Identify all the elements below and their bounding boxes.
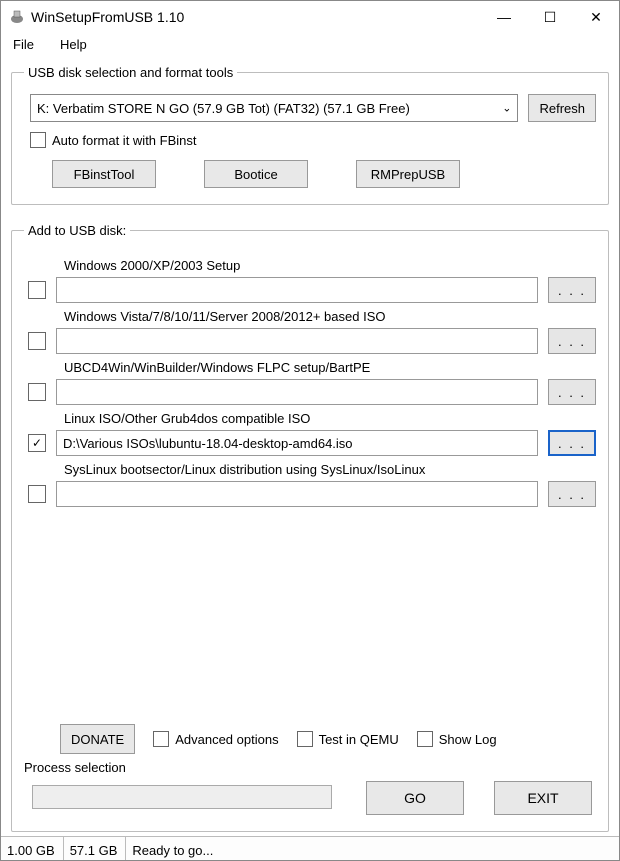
source-path-2[interactable]: [56, 379, 538, 405]
source-checkbox-2[interactable]: [28, 383, 46, 401]
source-checkbox-0[interactable]: [28, 281, 46, 299]
source-path-3[interactable]: D:\Various ISOs\lubuntu-18.04-desktop-am…: [56, 430, 538, 456]
source-checkbox-3[interactable]: ✓: [28, 434, 46, 452]
source-browse-4[interactable]: . . .: [548, 481, 596, 507]
process-selection-label: Process selection: [24, 760, 596, 775]
statusbar: 1.00 GB 57.1 GB Ready to go...: [1, 836, 619, 860]
source-path-1[interactable]: [56, 328, 538, 354]
window-title: WinSetupFromUSB 1.10: [31, 9, 481, 25]
menubar: File Help: [1, 33, 619, 55]
add-group-legend: Add to USB disk:: [24, 223, 130, 238]
advanced-options-label: Advanced options: [175, 732, 278, 747]
rmprepusb-button[interactable]: RMPrepUSB: [356, 160, 460, 188]
show-log-checkbox[interactable]: [417, 731, 433, 747]
show-log-label: Show Log: [439, 732, 497, 747]
bootice-button[interactable]: Bootice: [204, 160, 308, 188]
source-label-4: SysLinux bootsector/Linux distribution u…: [64, 462, 596, 477]
source-path-4[interactable]: [56, 481, 538, 507]
drive-select[interactable]: K: Verbatim STORE N GO (57.9 GB Tot) (FA…: [30, 94, 518, 122]
source-browse-1[interactable]: . . .: [548, 328, 596, 354]
source-browse-3[interactable]: . . .: [548, 430, 596, 456]
source-label-0: Windows 2000/XP/2003 Setup: [64, 258, 596, 273]
titlebar: WinSetupFromUSB 1.10 — ☐ ✕: [1, 1, 619, 33]
refresh-button[interactable]: Refresh: [528, 94, 596, 122]
drive-select-value: K: Verbatim STORE N GO (57.9 GB Tot) (FA…: [37, 101, 410, 116]
exit-button[interactable]: EXIT: [494, 781, 592, 815]
source-browse-0[interactable]: . . .: [548, 277, 596, 303]
source-label-1: Windows Vista/7/8/10/11/Server 2008/2012…: [64, 309, 596, 324]
status-cell-2: 57.1 GB: [64, 837, 127, 860]
source-checkbox-1[interactable]: [28, 332, 46, 350]
source-checkbox-4[interactable]: [28, 485, 46, 503]
chevron-down-icon: ⌄: [502, 102, 511, 115]
menu-help[interactable]: Help: [54, 35, 93, 54]
advanced-options-checkbox[interactable]: [153, 731, 169, 747]
source-path-0[interactable]: [56, 277, 538, 303]
status-cell-1: 1.00 GB: [1, 837, 64, 860]
autoformat-label: Auto format it with FBinst: [52, 133, 197, 148]
maximize-button[interactable]: ☐: [527, 1, 573, 33]
donate-button[interactable]: DONATE: [60, 724, 135, 754]
test-qemu-label: Test in QEMU: [319, 732, 399, 747]
menu-file[interactable]: File: [7, 35, 40, 54]
source-label-2: UBCD4Win/WinBuilder/Windows FLPC setup/B…: [64, 360, 596, 375]
add-to-usb-group: Add to USB disk: Windows 2000/XP/2003 Se…: [11, 223, 609, 832]
usb-selection-group: USB disk selection and format tools K: V…: [11, 65, 609, 205]
close-button[interactable]: ✕: [573, 1, 619, 33]
fbinsttool-button[interactable]: FBinstTool: [52, 160, 156, 188]
autoformat-checkbox[interactable]: [30, 132, 46, 148]
usb-group-legend: USB disk selection and format tools: [24, 65, 237, 80]
source-browse-2[interactable]: . . .: [548, 379, 596, 405]
minimize-button[interactable]: —: [481, 1, 527, 33]
source-label-3: Linux ISO/Other Grub4dos compatible ISO: [64, 411, 596, 426]
go-button[interactable]: GO: [366, 781, 464, 815]
app-icon: [9, 9, 25, 25]
test-qemu-checkbox[interactable]: [297, 731, 313, 747]
status-cell-3: Ready to go...: [126, 837, 619, 860]
